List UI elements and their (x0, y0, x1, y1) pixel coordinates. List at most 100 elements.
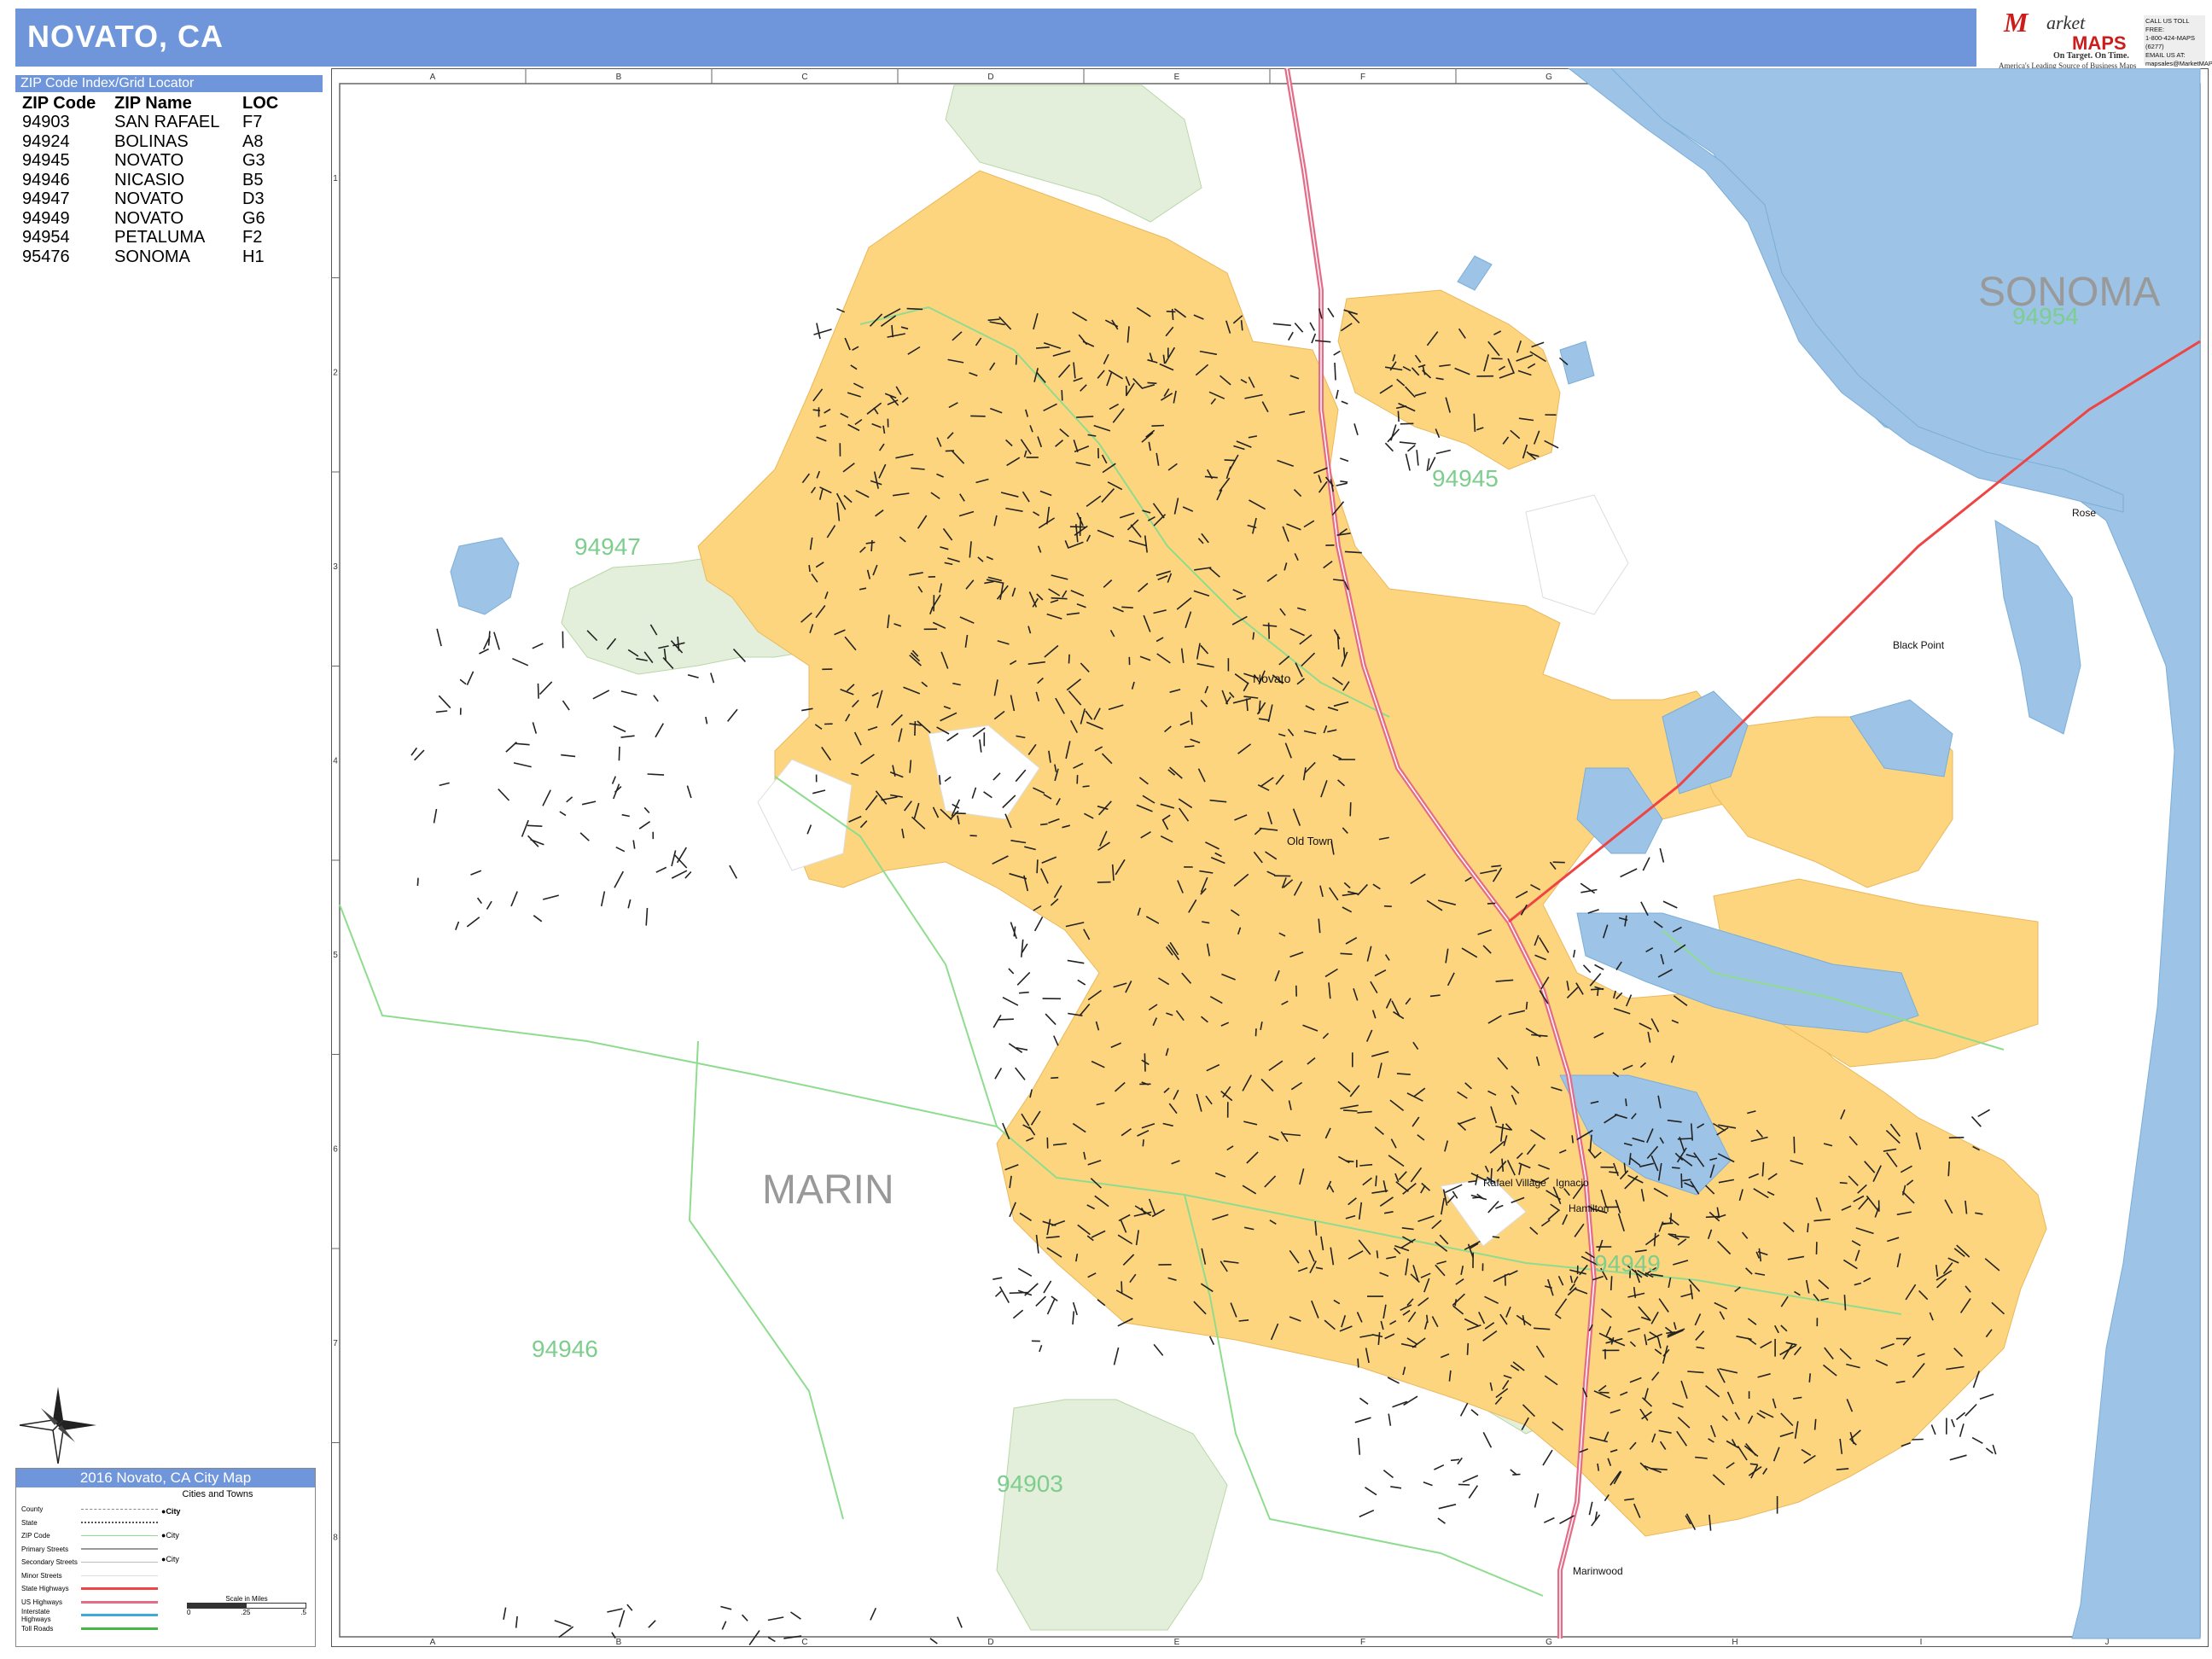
street-segment (1334, 362, 1336, 381)
logo-tagline: On Target. On Time. (2053, 51, 2129, 61)
grid-column-label: H (1732, 1638, 1738, 1647)
grid-column-label: B (616, 1638, 622, 1647)
street-segment (1051, 597, 1068, 600)
legend-cities: Cities and Towns ● City ● City ● City (161, 1489, 308, 1571)
street-segment (1466, 1342, 1470, 1355)
street-segment (1912, 1438, 1924, 1441)
legend-swatch (81, 1587, 158, 1591)
legend-item-label: Secondary Streets (21, 1558, 78, 1567)
zip-index-cell: NOVATO (114, 208, 184, 228)
grid-row-label: 3 (333, 562, 338, 572)
zip-index-row: 94954 PETALUMA F2 (22, 228, 278, 247)
legend-title: 2016 Novato, CA City Map (16, 1469, 315, 1487)
zip-label: 94954 (2012, 303, 2079, 329)
legend-item-label: Interstate Highways (21, 1607, 51, 1623)
map-canvas[interactable]: AABBCCDDEEFFGGHHIIJJ12345678 (330, 67, 2209, 1648)
legend-city-label: City (166, 1507, 181, 1516)
scale-ticks: 0 .25 .5 (187, 1609, 306, 1616)
zip-index-cell: 94945 (22, 151, 70, 170)
zip-col-header: LOC (242, 94, 279, 113)
zip-index-cell: PETALUMA (114, 228, 206, 247)
zip-index-cell: F2 (242, 228, 263, 247)
street-segment (1079, 516, 1081, 537)
street-segment (1705, 1215, 1719, 1219)
street-segment (1843, 1295, 1847, 1311)
zip-label: 94903 (997, 1470, 1063, 1497)
legend-item-label: ZIP Code (21, 1532, 50, 1540)
street-segment (1051, 1076, 1059, 1080)
zip-index-header: ZIP Code Index/Grid Locator (15, 75, 323, 92)
scale-label: Scale in Miles (225, 1595, 268, 1603)
zip-index-cell: SAN RAFAEL (114, 113, 220, 131)
grid-row-label: 5 (333, 951, 338, 960)
grid-column-label: A (430, 1638, 436, 1647)
map-frame[interactable]: AABBCCDDEEFFGGHHIIJJ12345678 (330, 67, 2209, 1648)
zip-index-cell: D3 (242, 189, 265, 208)
street-segment (1677, 1138, 1693, 1140)
scale-tick: 0 (187, 1609, 191, 1616)
grid-row-label: 4 (333, 756, 338, 765)
zip-index-row: 94945 NOVATO G3 (22, 151, 278, 171)
scale-bar-graphic (187, 1603, 306, 1609)
zip-index-cell: NOVATO (114, 151, 184, 170)
legend-city-row: ● City (161, 1555, 179, 1563)
place-label: Black Point (1893, 639, 1945, 651)
street-segment (1068, 654, 1070, 664)
zip-index-table: ZIP Code ZIP Name LOC 94903 SAN RAFAEL F7 9… (22, 94, 278, 266)
grid-column-label: A (430, 73, 436, 82)
grid-column-label: E (1174, 1638, 1180, 1647)
legend-item: Secondary Streets (21, 1556, 158, 1569)
street-segment (416, 877, 419, 887)
legend-item: State Highways (21, 1582, 158, 1596)
street-segment (1680, 1173, 1683, 1189)
street-segment (1383, 905, 1392, 907)
street-segment (1839, 1182, 1848, 1185)
grid-row-label: 6 (333, 1144, 338, 1154)
street-segment (1224, 459, 1235, 462)
zip-index-cell: BOLINAS (114, 131, 189, 151)
legend-item: ZIP Code (21, 1529, 158, 1543)
street-segment (1813, 1418, 1817, 1430)
legend-swatch (81, 1614, 158, 1617)
legend-swatch (81, 1548, 158, 1551)
street-segment (1807, 1223, 1809, 1232)
zip-index-cell: A8 (242, 131, 264, 151)
legend-swatch (81, 1600, 158, 1604)
map-legend: 2016 Novato, CA City Map County State ZI… (15, 1468, 316, 1647)
grid-column-label: D (987, 73, 993, 82)
zip-index-row: 94903 SAN RAFAEL F7 (22, 113, 278, 132)
contact-line: EMAIL US AT: (2145, 51, 2186, 59)
street-segment (1487, 902, 1496, 905)
street-segment (870, 539, 873, 552)
street-segment (1808, 1373, 1811, 1382)
street-segment (1015, 355, 1018, 365)
zip-col-header: ZIP Name (114, 94, 192, 113)
place-label: Hamilton (1569, 1202, 1609, 1214)
place-label: Marinwood (1573, 1565, 1623, 1577)
zip-index-row: 94947 NOVATO D3 (22, 189, 278, 209)
legend-city-row: ● City (161, 1507, 181, 1516)
street-segment (1400, 422, 1414, 425)
place-label: Rafael Village (1483, 1177, 1546, 1189)
legend-cities-title: Cities and Towns (182, 1489, 253, 1499)
street-segment (1252, 632, 1255, 640)
legend-item: Primary Streets (21, 1543, 158, 1557)
street-segment (1357, 1358, 1359, 1368)
grid-column-label: F (1360, 73, 1365, 82)
legend-item-label: Minor Streets (21, 1571, 62, 1580)
legend-item-label: State Highways (21, 1585, 69, 1593)
street-segment (527, 824, 543, 827)
logo-word1: arket (2046, 12, 2086, 33)
street-segment (1672, 1167, 1680, 1169)
legend-item-label: Primary Streets (21, 1545, 69, 1553)
zip-index-cell: SONOMA (114, 247, 190, 266)
street-segment (1151, 424, 1165, 427)
legend-item-label: State (21, 1518, 38, 1527)
scale-tick: .5 (300, 1609, 306, 1616)
legend-city-label: City (166, 1555, 179, 1563)
legend-item: County (21, 1503, 158, 1516)
street-segment (997, 1018, 1014, 1021)
legend-item: State (21, 1516, 158, 1530)
street-segment (1340, 952, 1353, 955)
street-segment (1625, 1098, 1627, 1107)
